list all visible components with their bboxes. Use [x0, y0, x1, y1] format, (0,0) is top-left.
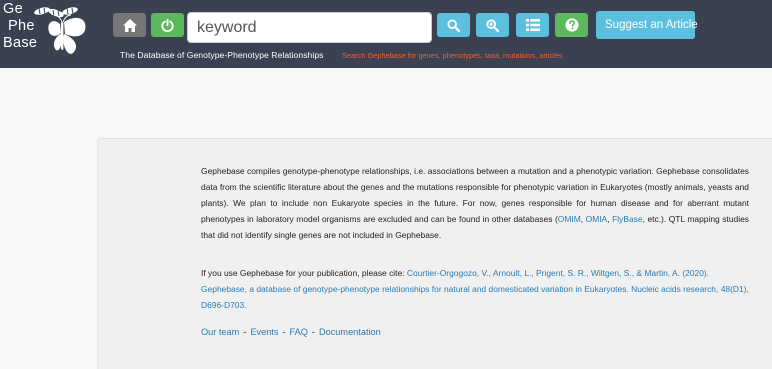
gephebase-logo[interactable]: Ge Phe Base — [0, 0, 100, 68]
home-icon — [122, 18, 137, 32]
search-button[interactable] — [437, 13, 470, 37]
footer-separator: - — [243, 327, 247, 337]
search-input[interactable] — [187, 12, 432, 43]
site-subtitle: The Database of Genotype-Phenotype Relat… — [120, 50, 324, 60]
question-icon — [564, 18, 579, 32]
citation-prefix: If you use Gephebase for your publicatio… — [201, 268, 407, 278]
list-icon — [525, 19, 540, 31]
home-button[interactable] — [113, 13, 146, 37]
footer-links: Our team - Events - FAQ - Documentation — [201, 327, 381, 337]
browse-list-button[interactable] — [516, 13, 549, 37]
power-icon — [161, 18, 174, 32]
omim-link[interactable]: OMIM — [558, 214, 581, 224]
search-icon — [447, 18, 460, 32]
power-button[interactable] — [151, 13, 184, 37]
citation-paragraph: If you use Gephebase for your publicatio… — [201, 265, 749, 313]
footer-separator: - — [282, 327, 286, 337]
butterfly-dna-icon — [34, 7, 86, 54]
events-link[interactable]: Events — [250, 327, 278, 337]
zoom-in-icon — [486, 18, 499, 32]
omia-link[interactable]: OMIA — [586, 214, 608, 224]
suggest-article-label: Suggest an Article — [605, 19, 698, 31]
footer-separator: - — [311, 327, 315, 337]
help-button[interactable] — [555, 13, 588, 37]
faq-link[interactable]: FAQ — [290, 327, 308, 337]
flybase-link[interactable]: FlyBase — [612, 214, 642, 224]
documentation-link[interactable]: Documentation — [319, 327, 381, 337]
advanced-search-button[interactable] — [476, 13, 509, 37]
our-team-link[interactable]: Our team — [201, 327, 239, 337]
search-tagline: Search Gephebase for genes, phenotypes, … — [342, 51, 563, 60]
top-navbar: Ge Phe Base keyword Suggest an Article T… — [0, 0, 772, 68]
suggest-article-button[interactable]: Suggest an Article — [596, 11, 698, 39]
intro-paragraph: Gephebase compiles genotype-phenotype re… — [201, 163, 749, 243]
